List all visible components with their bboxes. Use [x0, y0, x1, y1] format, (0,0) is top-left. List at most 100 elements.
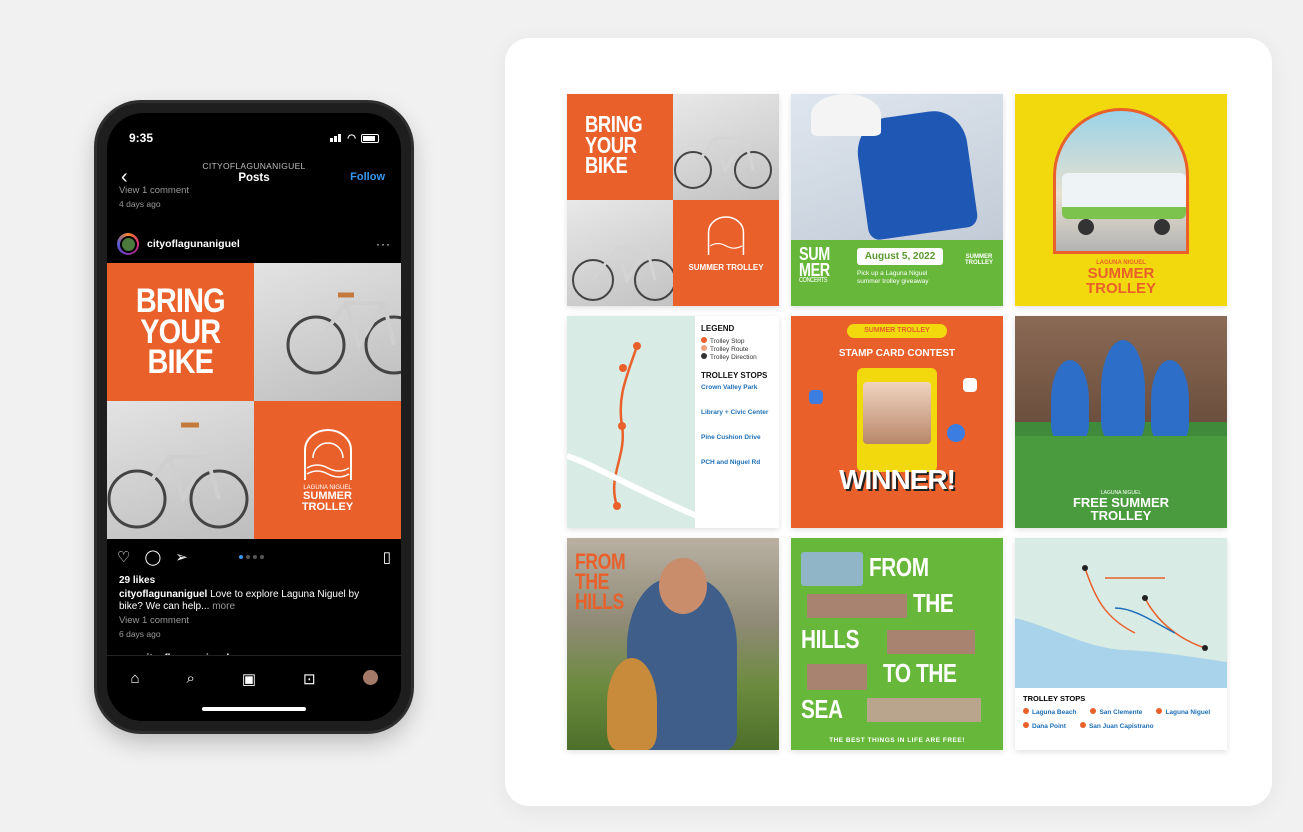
trolley-arch-photo	[1053, 108, 1189, 254]
status-bar: 9:35 ◠	[129, 131, 379, 145]
stop-item: Laguna Niguel	[1165, 709, 1211, 716]
bike-icon	[572, 246, 673, 301]
share-icon[interactable]: ➢	[175, 548, 188, 566]
people-photo	[807, 594, 907, 618]
tile-2-logo: SUMMER TROLLEY	[965, 254, 993, 266]
tile-8-word-1: FROM	[869, 552, 929, 582]
post-grid: BRING YOUR BIKE SUMMER TROLLEY SUM MER C…	[567, 94, 1227, 750]
post-headline-1: BRING	[136, 282, 226, 321]
stop-item: Laguna Beach	[1032, 709, 1077, 716]
avatar[interactable]	[117, 233, 139, 255]
tile-8-word-3: HILLS	[801, 624, 860, 654]
legend-item: Trolley Route	[710, 346, 749, 353]
legend-item: Trolley Stop	[710, 338, 745, 345]
legend-title: LEGEND	[701, 324, 735, 333]
person	[1151, 360, 1189, 440]
shop-icon[interactable]: ⊡	[303, 670, 316, 688]
phone-photo-frame	[857, 368, 937, 472]
stops-title: TROLLEY STOPS	[701, 371, 768, 380]
bookmark-icon[interactable]: ▯	[383, 548, 391, 566]
reels-icon[interactable]: ▣	[242, 670, 256, 688]
stop-item: Crown Valley Park	[701, 384, 758, 391]
profile-avatar[interactable]	[362, 670, 378, 685]
tile-8-word-5: SEA	[801, 694, 843, 724]
stop-item: Pine Cushion Drive	[701, 434, 761, 441]
wifi-icon: ◠	[347, 132, 356, 144]
pin-icon	[1023, 708, 1029, 714]
logo-word-1: SUMMER	[303, 489, 352, 502]
grid-tile-coast-map[interactable]: TROLLEY STOPS Laguna Beach San Clemente …	[1015, 538, 1227, 750]
direction-icon	[701, 353, 707, 359]
caption-username[interactable]: cityoflagunaniguel	[119, 589, 207, 600]
post-actions: ♡ ◯ ➢ ▯	[117, 547, 391, 567]
more-options-icon[interactable]: ···	[376, 237, 391, 251]
grid-tile-summer-concerts[interactable]: SUM MER CONCERTS August 5, 2022 Pick up …	[791, 94, 1003, 306]
coast-stops-title: TROLLEY STOPS	[1023, 694, 1086, 703]
tile-3-word-2: TROLLEY	[1086, 280, 1156, 297]
sun-arch-logo-icon	[707, 216, 745, 255]
bike-icon	[107, 422, 249, 529]
stop-item: PCH and Niguel Rd	[701, 459, 761, 466]
tile-8-word-4: TO THE	[883, 658, 957, 688]
map-route	[567, 342, 699, 519]
grid-tile-bring-your-bike[interactable]: BRING YOUR BIKE SUMMER TROLLEY	[567, 94, 779, 306]
grid-tile-trolley-map[interactable]: LEGEND Trolley Stop Trolley Route Trolle…	[567, 316, 779, 528]
coast-stops: TROLLEY STOPS Laguna Beach San Clemente …	[1015, 688, 1227, 750]
stop-item: Library + Civic Center	[701, 409, 769, 416]
bottom-tab-bar: ⌂ ⌕ ▣ ⊡	[107, 655, 401, 721]
grid-tile-event-booth[interactable]: LAGUNA NIGUEL FREE SUMMER TROLLEY	[1015, 316, 1227, 528]
carousel-dots	[239, 555, 264, 559]
grid-tile-summer-trolley[interactable]: LAGUNA NIGUEL SUMMER TROLLEY	[1015, 94, 1227, 306]
stop-item: Dana Point	[1032, 723, 1066, 730]
bike-icon	[674, 136, 772, 189]
comment-icon[interactable]: ◯	[144, 548, 161, 566]
phone-mockup: 9:35 ◠ ‹ CITYOFLAGUNANIGUEL Posts Follow…	[97, 103, 411, 731]
post-image[interactable]: BRING YOUR BIKE LAGUNA NIGUEL SUMMER TRO…	[107, 263, 401, 539]
pin-icon	[701, 337, 707, 343]
route-icon	[701, 345, 707, 351]
pin-icon	[1156, 708, 1163, 714]
post-header: cityoflagunaniguel ···	[117, 232, 391, 256]
pin-icon	[1090, 708, 1097, 714]
grid-tile-from-the-hills[interactable]: FROM THE HILLS	[567, 538, 779, 750]
child	[607, 658, 657, 750]
logo-word-2: TROLLEY	[301, 500, 354, 513]
pin-icon	[1079, 722, 1086, 728]
home-icon[interactable]: ⌂	[130, 670, 139, 688]
post-date: 4 days ago	[119, 199, 161, 209]
post-caption: cityoflagunaniguel Love to explore Lagun…	[119, 589, 385, 613]
tile-7-word-3: HILLS	[575, 588, 624, 614]
likes-count[interactable]: 29 likes	[119, 575, 155, 586]
grid-tile-stamp-card-winner[interactable]: SUMMER TROLLEY STAMP CARD CONTEST WINNER…	[791, 316, 1003, 528]
follow-button[interactable]: Follow	[350, 171, 385, 183]
heart-icon[interactable]: ♡	[117, 548, 130, 566]
phone-screen: 9:35 ◠ ‹ CITYOFLAGUNANIGUEL Posts Follow…	[107, 113, 401, 721]
tile-1-logo: SUMMER TROLLEY	[688, 263, 764, 272]
stop-item: San Clemente	[1099, 709, 1143, 716]
person	[1051, 360, 1089, 440]
like-icon	[809, 390, 823, 404]
status-time: 9:35	[129, 131, 154, 145]
tile-8-footer: THE BEST THINGS IN LIFE ARE FREE!	[829, 737, 965, 744]
tile-3-word-1: SUMMER	[1087, 265, 1155, 282]
trolley-photo	[801, 552, 863, 586]
winner-photo	[863, 382, 931, 444]
tile-2-date: August 5, 2022	[857, 248, 943, 265]
grid-tile-hills-to-sea[interactable]: FROM THE HILLS TO THE SEA THE BEST THING…	[791, 538, 1003, 750]
people-photo	[887, 630, 975, 654]
search-icon[interactable]: ⌕	[186, 670, 194, 688]
map-legend: LEGEND Trolley Stop Trolley Route Trolle…	[695, 316, 779, 528]
sun-arch-logo-icon	[303, 428, 352, 480]
face	[659, 558, 707, 614]
tile-5-title: STAMP CARD CONTEST	[838, 348, 956, 359]
post-date-2: 6 days ago	[119, 629, 161, 639]
post-username[interactable]: cityoflagunaniguel	[147, 238, 240, 250]
stage: 9:35 ◠ ‹ CITYOFLAGUNANIGUEL Posts Follow…	[0, 0, 1303, 832]
view-comments-link[interactable]: View 1 comment	[119, 185, 189, 196]
stop-item: San Juan Capistrano	[1088, 723, 1154, 730]
tile-5-winner: WINNER!	[839, 464, 956, 495]
view-comments-link-2[interactable]: View 1 comment	[119, 615, 189, 626]
account-name: CITYOFLAGUNANIGUEL	[202, 161, 306, 171]
battery-icon	[361, 133, 379, 143]
caption-more-link[interactable]: more	[212, 601, 235, 612]
